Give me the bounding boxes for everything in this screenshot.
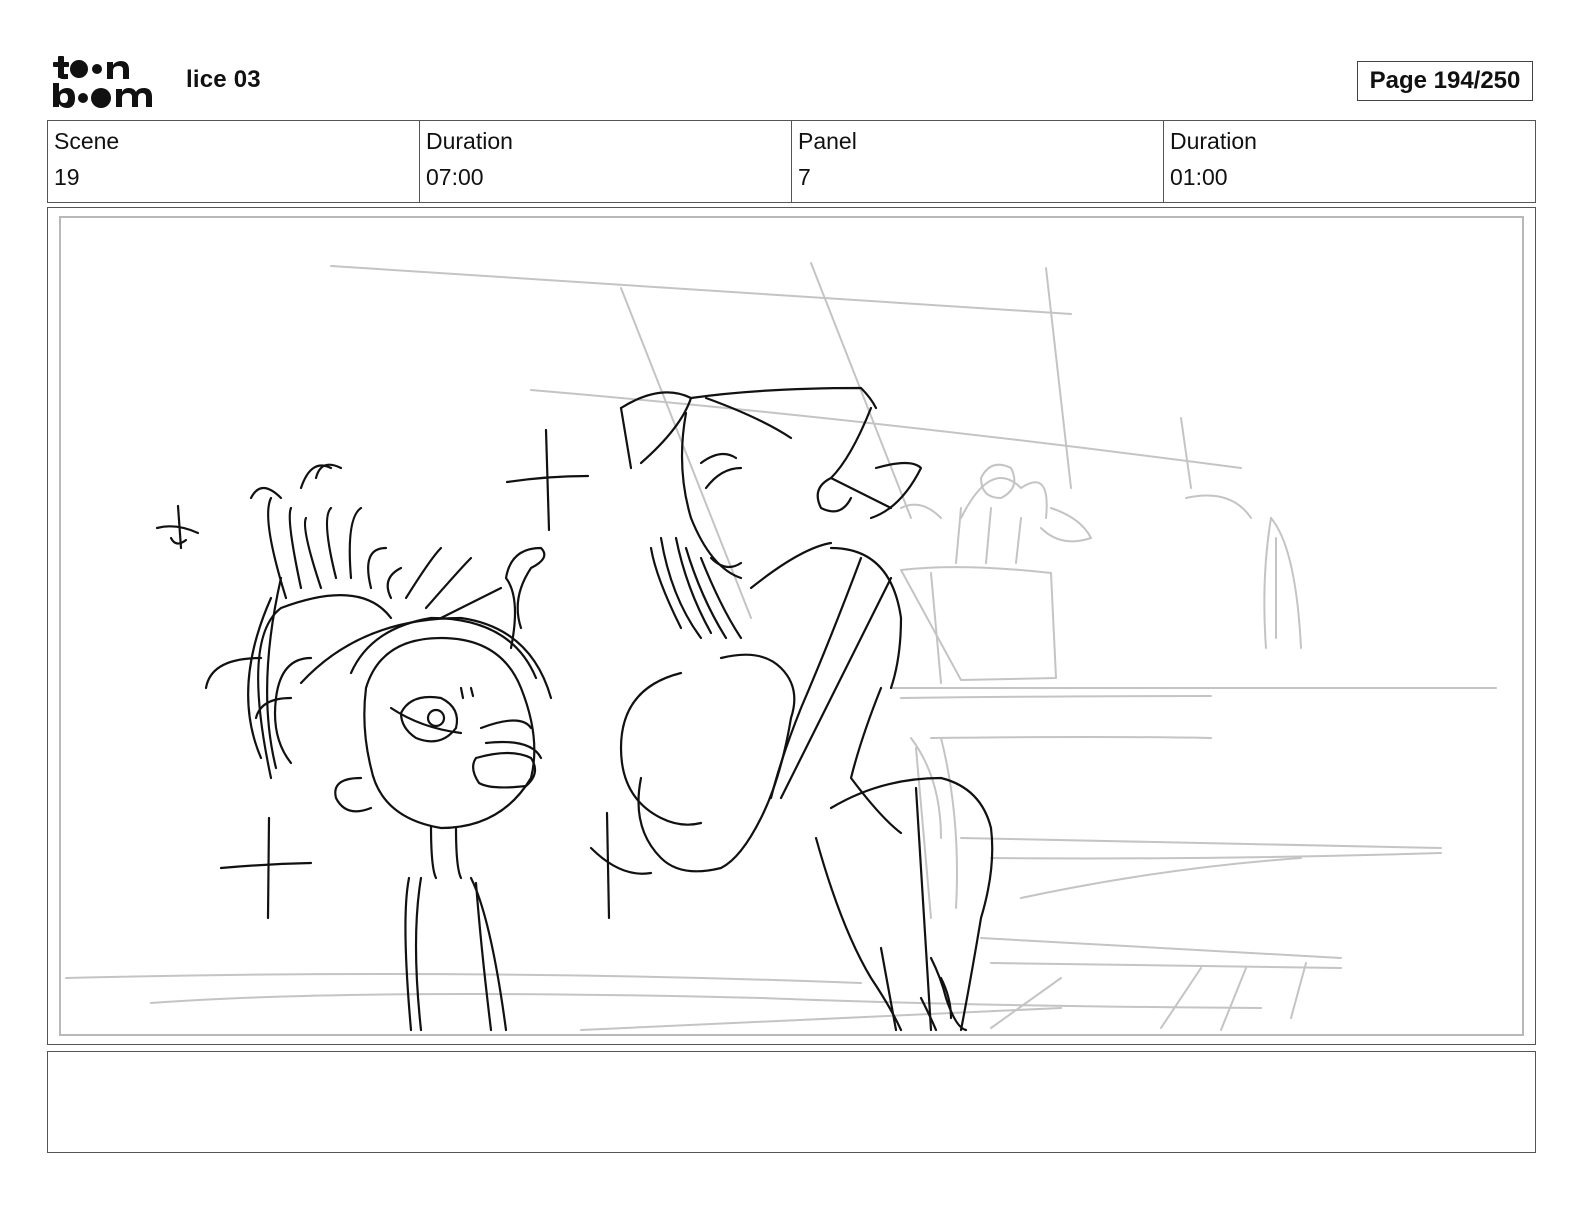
scene-duration-label: Duration xyxy=(426,128,513,154)
panel-label: Panel xyxy=(798,128,857,154)
storyboard-panel-frame xyxy=(47,207,1536,1045)
panel-value: 7 xyxy=(798,164,811,190)
panel-duration-cell: Duration 01:00 xyxy=(1164,121,1535,202)
storyboard-panel xyxy=(59,216,1524,1036)
panel-duration-value: 01:00 xyxy=(1170,164,1228,190)
scene-cell: Scene 19 xyxy=(48,121,420,202)
scene-value: 19 xyxy=(54,164,80,190)
toonboom-logo xyxy=(53,56,152,108)
panel-cell: Panel 7 xyxy=(792,121,1164,202)
panel-notes-box xyxy=(47,1051,1536,1153)
panel-duration-label: Duration xyxy=(1170,128,1257,154)
document-title: lice 03 xyxy=(186,66,261,93)
scene-info-table: Scene 19 Duration 07:00 Panel 7 Duration… xyxy=(47,120,1536,203)
storyboard-sketch xyxy=(65,262,1497,1032)
page-counter: Page 194/250 xyxy=(1357,61,1533,101)
scene-label: Scene xyxy=(54,128,120,154)
scene-duration-value: 07:00 xyxy=(426,164,484,190)
scene-duration-cell: Duration 07:00 xyxy=(420,121,792,202)
